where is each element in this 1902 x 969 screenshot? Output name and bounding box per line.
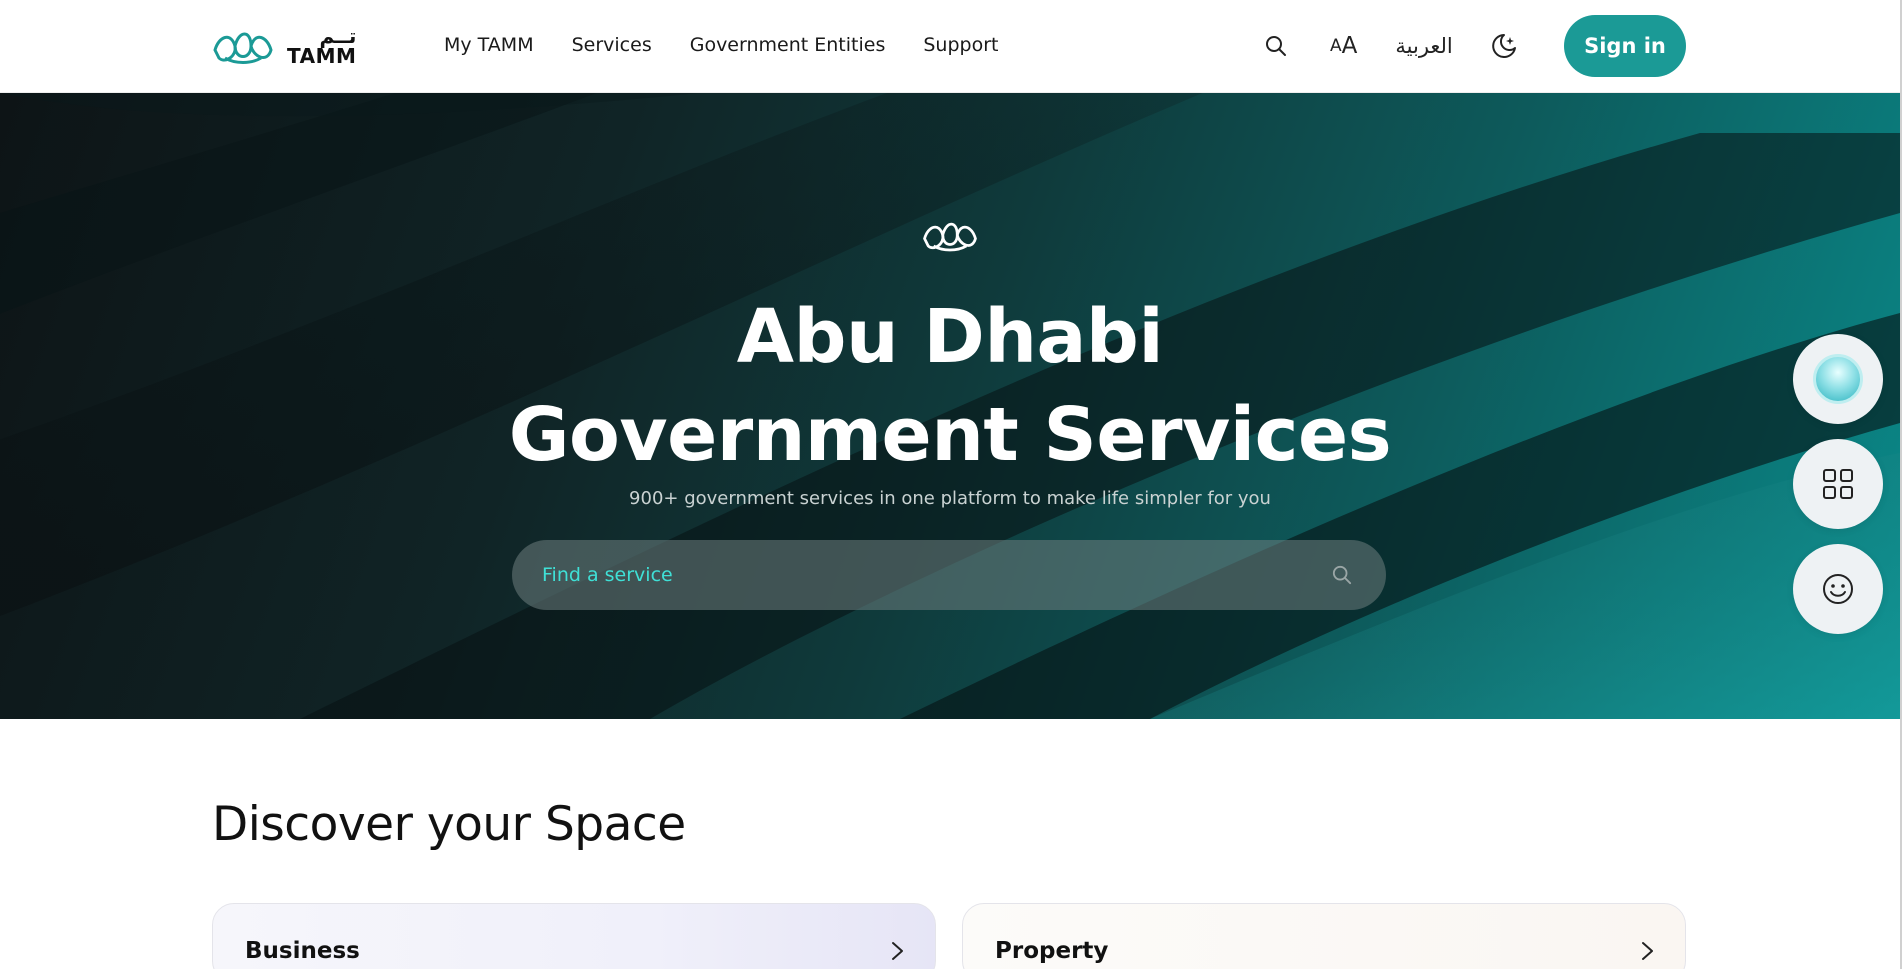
apps-grid-glyph — [1823, 469, 1853, 499]
search-icon[interactable] — [1328, 561, 1356, 589]
space-card-label: Business — [245, 938, 360, 964]
assistant-orb — [1813, 354, 1863, 404]
nav-my-tamm[interactable]: My TAMM — [444, 34, 534, 56]
space-card-property[interactable]: Property — [962, 903, 1686, 969]
search-icon[interactable] — [1262, 30, 1290, 62]
top-header: تــم TAMM My TAMM Services Government En… — [0, 0, 1900, 93]
smiley-icon[interactable] — [1793, 544, 1883, 634]
hero-title-line2: Government Services — [508, 392, 1392, 478]
logo-arabic-text: تــم — [319, 24, 357, 48]
header-tools: AA العربية — [1262, 30, 1519, 62]
nav-services[interactable]: Services — [572, 34, 652, 56]
font-size-toggle[interactable]: AA — [1330, 30, 1357, 62]
main-nav: My TAMM Services Government Entities Sup… — [444, 34, 998, 56]
space-card-business[interactable]: Business — [212, 903, 936, 969]
hero-banner: Abu Dhabi Government Services 900+ gover… — [0, 93, 1900, 719]
font-size-small-label: A — [1330, 36, 1342, 56]
space-card-label: Property — [995, 938, 1109, 964]
chevron-right-icon — [1642, 942, 1653, 960]
hero-title: Abu Dhabi Government Services — [0, 288, 1900, 484]
tamm-logo[interactable]: تــم TAMM — [211, 24, 356, 68]
moon-icon[interactable] — [1489, 30, 1519, 62]
assistant-orb-icon[interactable] — [1793, 334, 1883, 424]
logo-english-text: TAMM — [287, 44, 357, 68]
chevron-right-icon — [892, 942, 903, 960]
language-switch[interactable]: العربية — [1395, 30, 1452, 62]
hero-subtitle: 900+ government services in one platform… — [629, 488, 1271, 509]
tamm-hero-mark-icon — [923, 222, 977, 252]
font-size-big-label: A — [1341, 33, 1358, 59]
discover-section-title: Discover your Space — [212, 797, 686, 852]
nav-government-entities[interactable]: Government Entities — [690, 34, 886, 56]
service-search-bar — [512, 540, 1386, 610]
grid-icon[interactable] — [1793, 439, 1883, 529]
tamm-logo-mark-icon — [213, 32, 273, 64]
hero-title-line1: Abu Dhabi — [736, 294, 1164, 380]
service-search-input[interactable] — [542, 564, 1328, 586]
sign-in-button[interactable]: Sign in — [1564, 15, 1686, 77]
feedback-smiley-glyph — [1823, 574, 1853, 604]
nav-support[interactable]: Support — [923, 34, 998, 56]
